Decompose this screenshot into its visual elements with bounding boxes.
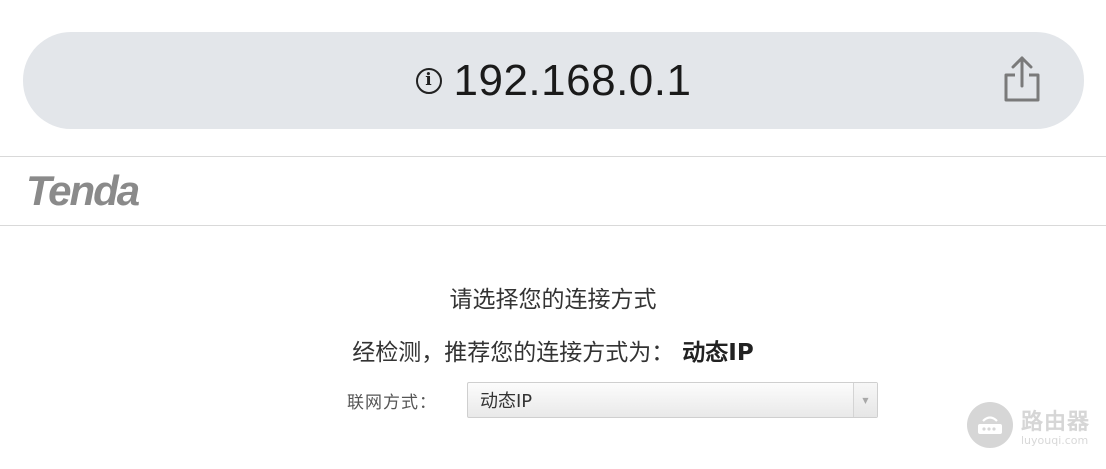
watermark-sub: luyouqi.com	[1020, 433, 1089, 447]
recommendation-prefix: 经检测，推荐您的连接方式为：	[352, 340, 675, 366]
watermark-text: 路由器 luyouqi.com	[1021, 404, 1090, 447]
watermark: 路由器 luyouqi.com	[966, 402, 1090, 448]
tenda-logo: Tenda	[26, 168, 142, 214]
connection-type-value: 动态IP	[480, 391, 533, 412]
connection-type-select[interactable]: 动态IP ▼	[467, 382, 878, 418]
recommended-type: 动态IP	[682, 340, 754, 366]
router-icon	[966, 402, 1013, 448]
url-text[interactable]: 192.168.0.1	[454, 56, 692, 106]
header-top-divider	[0, 156, 1106, 157]
connection-type-label: 联网方式：	[347, 393, 437, 413]
info-icon[interactable]: i	[415, 67, 442, 94]
page-title: 请选择您的连接方式	[449, 287, 657, 313]
url-group: i 192.168.0.1	[415, 56, 692, 106]
header-bottom-divider	[0, 225, 1106, 226]
watermark-main: 路由器	[1020, 409, 1090, 435]
chevron-down-icon[interactable]: ▼	[853, 383, 877, 417]
recommendation-text: 经检测，推荐您的连接方式为： 动态IP	[0, 333, 1106, 367]
share-icon[interactable]	[1000, 54, 1044, 104]
svg-text:Tenda: Tenda	[26, 168, 140, 214]
address-bar[interactable]: i 192.168.0.1	[23, 32, 1084, 129]
